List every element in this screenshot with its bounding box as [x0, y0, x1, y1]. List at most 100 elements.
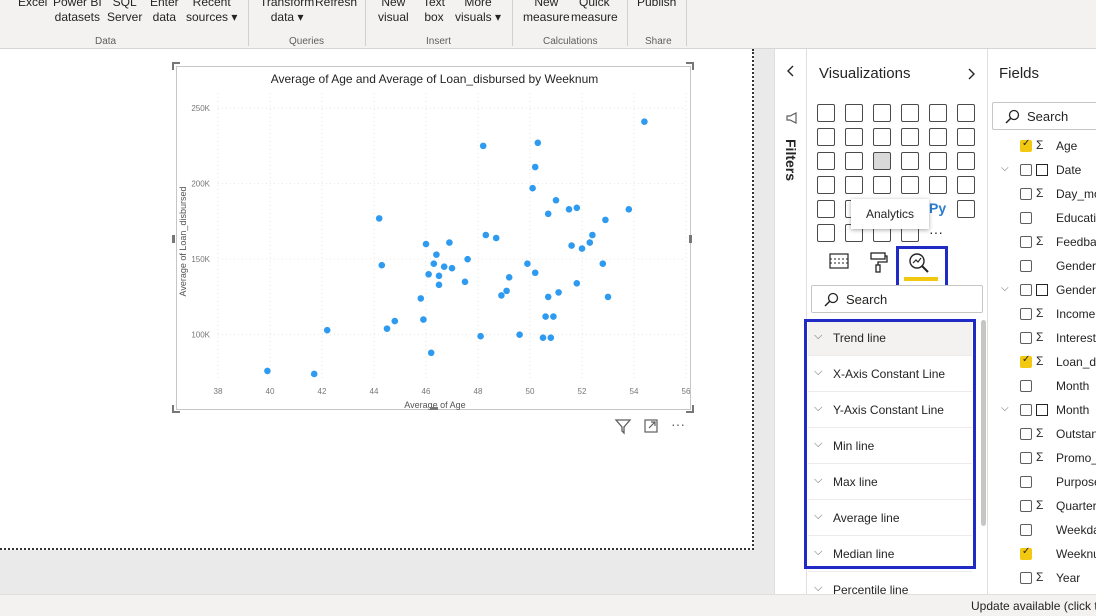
line-chart-icon[interactable]	[817, 128, 835, 146]
resize-handle-bottom[interactable]	[430, 407, 438, 410]
enter-data-button[interactable]: Enter data	[150, 0, 179, 25]
filters-pane-collapsed[interactable]: Filters	[774, 49, 807, 594]
scatter-point[interactable]	[503, 287, 510, 295]
map-icon[interactable]	[817, 176, 835, 194]
power-bi-datasets-button[interactable]: Power BI datasets	[53, 0, 102, 25]
analytics-tab-highlight[interactable]	[896, 246, 948, 288]
scatter-point[interactable]	[544, 293, 552, 301]
field-item[interactable]: Σ Outstan	[988, 423, 1096, 447]
field-item[interactable]: Σ Income	[988, 303, 1096, 327]
field-checkbox[interactable]	[1020, 284, 1032, 296]
scatter-point[interactable]	[505, 273, 513, 281]
field-checkbox[interactable]	[1020, 524, 1032, 536]
more-visuals-button[interactable]: More visuals ▾	[455, 0, 501, 25]
field-item[interactable]: ⌵ Date	[988, 159, 1096, 183]
scatter-point[interactable]	[435, 272, 443, 280]
field-item[interactable]: ⌵ Month	[988, 399, 1096, 423]
scatter-point[interactable]	[425, 270, 432, 278]
more-visuals-icon[interactable]: ···	[929, 224, 947, 242]
scatter-point[interactable]	[573, 204, 581, 212]
resize-handle-top-right[interactable]	[686, 62, 694, 70]
text-box-button[interactable]: Text box	[423, 0, 445, 25]
quick-measure-button[interactable]: Quick measure	[571, 0, 618, 25]
donut-chart-icon[interactable]	[929, 152, 947, 170]
scatter-point[interactable]	[440, 263, 448, 271]
field-checkbox[interactable]	[1020, 260, 1032, 272]
field-checkbox[interactable]	[1020, 212, 1032, 224]
python-visual-icon[interactable]: Py	[929, 200, 947, 218]
filter-icon[interactable]	[614, 417, 632, 435]
resize-handle-top-left[interactable]	[172, 62, 180, 70]
scatter-point[interactable]	[544, 210, 552, 218]
scatter-point[interactable]	[448, 264, 456, 272]
scatter-point[interactable]	[264, 367, 271, 375]
scatter-point[interactable]	[573, 280, 581, 287]
field-item[interactable]: Gender	[988, 255, 1096, 279]
field-checkbox[interactable]	[1020, 188, 1032, 200]
field-item[interactable]: Σ Interest	[988, 327, 1096, 351]
scatter-point[interactable]	[498, 292, 505, 299]
analytics-search-input[interactable]: Search	[811, 285, 983, 313]
chevron-down-icon[interactable]: ⌵	[1001, 283, 1009, 294]
resize-handle-left[interactable]	[172, 235, 175, 243]
scatter-point[interactable]	[477, 332, 484, 340]
more-options-icon[interactable]: ···	[671, 416, 685, 432]
scatter-point[interactable]	[464, 255, 471, 263]
focus-mode-icon[interactable]	[643, 418, 659, 434]
scatter-point[interactable]	[531, 269, 539, 277]
filled-map-icon[interactable]	[845, 176, 863, 194]
field-item[interactable]: Σ Quarter	[988, 495, 1096, 519]
sql-server-button[interactable]: SQL Server	[107, 0, 142, 25]
field-checkbox[interactable]	[1020, 354, 1032, 368]
scatter-point[interactable]	[427, 349, 435, 357]
new-visual-button[interactable]: New visual	[378, 0, 409, 25]
scatter-point[interactable]	[565, 206, 573, 213]
key-influencers-icon[interactable]	[957, 200, 975, 218]
scatter-point[interactable]	[482, 231, 490, 239]
scatter-point[interactable]	[524, 260, 531, 267]
scatter-point[interactable]	[529, 184, 536, 192]
format-paint-roller-icon[interactable]	[868, 250, 892, 274]
scatter-point[interactable]	[391, 317, 399, 325]
filters-label[interactable]: Filters	[783, 139, 799, 181]
field-checkbox[interactable]	[1020, 138, 1032, 152]
scatter-point[interactable]	[568, 242, 575, 249]
scatter-point[interactable]	[552, 196, 560, 204]
100-column-icon[interactable]	[957, 104, 975, 122]
kpi-icon[interactable]	[957, 176, 975, 194]
scatter-point[interactable]	[435, 281, 443, 289]
field-checkbox[interactable]	[1020, 546, 1032, 560]
update-available-link[interactable]: Update available (click to	[971, 599, 1096, 613]
clustered-column-icon[interactable]	[901, 104, 919, 122]
slicer-icon[interactable]	[817, 200, 835, 218]
scatter-point[interactable]	[578, 245, 586, 252]
chevron-down-icon[interactable]: ⌵	[1001, 403, 1009, 414]
transform-data-button[interactable]: Transform data ▾	[260, 0, 314, 25]
scatter-point[interactable]	[433, 251, 440, 258]
clustered-bar-icon[interactable]	[873, 104, 891, 122]
scatter-point[interactable]	[492, 234, 500, 242]
scatter-point[interactable]	[310, 370, 318, 378]
scatter-point[interactable]	[539, 334, 547, 342]
100-bar-icon[interactable]	[929, 104, 947, 122]
field-item[interactable]: Σ Age	[988, 135, 1096, 159]
scatter-point[interactable]	[547, 334, 555, 342]
field-item[interactable]: Σ Loan_di	[988, 351, 1096, 375]
field-checkbox[interactable]	[1020, 500, 1032, 512]
field-item[interactable]: Purpose	[988, 471, 1096, 495]
stacked-area-icon[interactable]	[873, 128, 891, 146]
scatter-point[interactable]	[323, 326, 331, 334]
scatter-point[interactable]	[586, 239, 594, 246]
field-checkbox[interactable]	[1020, 332, 1032, 344]
field-item[interactable]: Weekda	[988, 519, 1096, 543]
ribbon-chart-icon[interactable]	[957, 128, 975, 146]
fields-search-input[interactable]: Search	[992, 102, 1096, 130]
scatter-point[interactable]	[604, 293, 612, 301]
field-checkbox[interactable]	[1020, 380, 1032, 392]
treemap-icon[interactable]	[957, 152, 975, 170]
gauge-icon[interactable]	[873, 176, 891, 194]
scatter-point[interactable]	[641, 118, 648, 125]
stacked-bar-icon[interactable]	[817, 104, 835, 122]
scatter-point[interactable]	[383, 325, 391, 332]
chevron-right-icon[interactable]	[965, 68, 977, 80]
